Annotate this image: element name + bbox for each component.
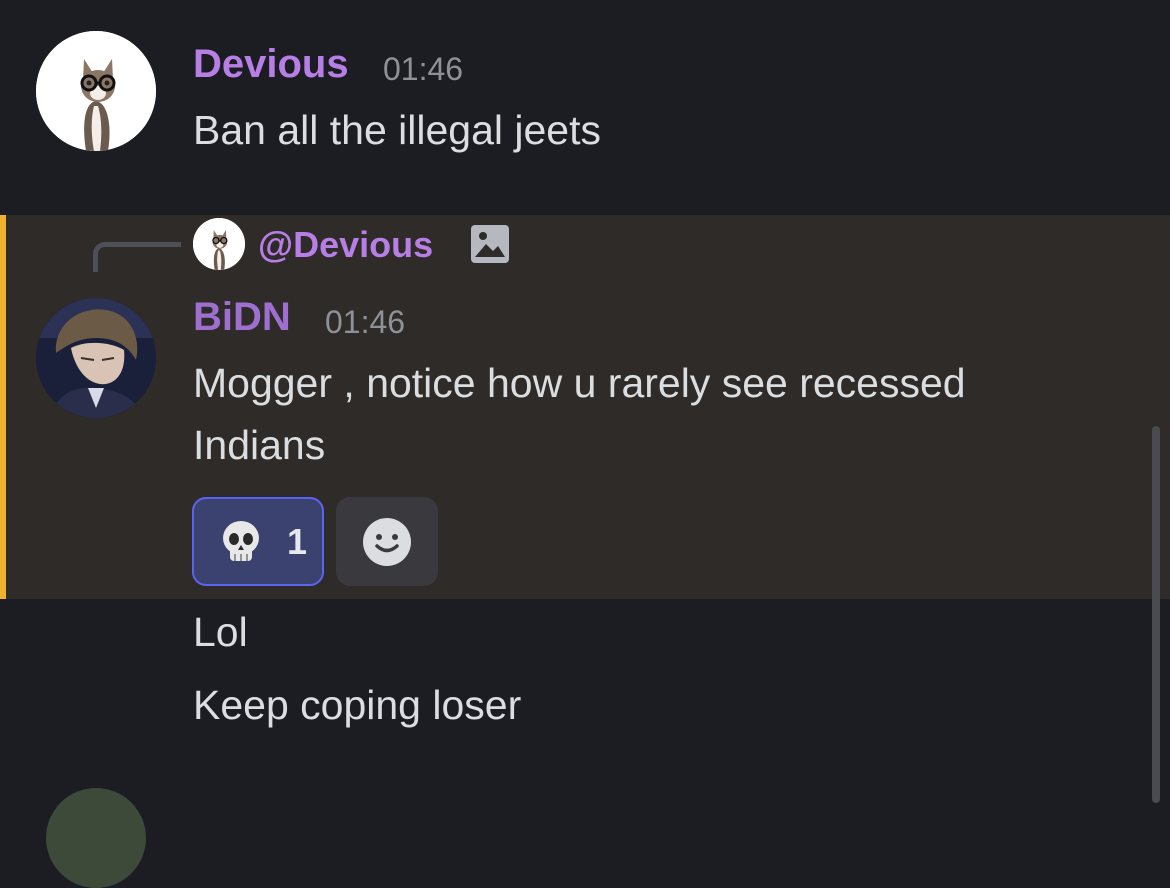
avatar-devious[interactable] xyxy=(36,31,156,151)
cat-avatar-image xyxy=(36,31,156,151)
scrollbar[interactable] xyxy=(1152,426,1160,803)
highlight-bar xyxy=(0,215,6,599)
image-icon[interactable] xyxy=(470,224,510,264)
anime-avatar-image xyxy=(36,298,156,418)
skull-emoji-icon xyxy=(216,517,266,567)
reply-connector-line xyxy=(93,242,181,272)
reaction-skull[interactable]: 1 xyxy=(192,497,324,586)
reply-avatar-devious[interactable] xyxy=(193,218,245,270)
avatar-bidn[interactable] xyxy=(36,298,156,418)
reaction-count: 1 xyxy=(287,521,308,562)
message-timestamp: 01:46 xyxy=(383,51,464,87)
reply-mention[interactable]: @Devious xyxy=(258,224,433,266)
smiley-add-reaction-icon xyxy=(363,518,411,566)
message-author[interactable]: BiDN xyxy=(193,295,291,340)
message-content: Keep coping loser xyxy=(193,682,522,728)
message-group-devious: Devious 01:46 Ban all the illegal jeets xyxy=(0,0,1170,215)
message-content: Ban all the illegal jeets xyxy=(193,107,601,153)
message-timestamp: 01:46 xyxy=(325,304,406,340)
add-reaction-button[interactable] xyxy=(336,497,438,586)
message-content: Mogger , notice how u rarely see recesse… xyxy=(193,360,966,468)
message-author[interactable]: Devious xyxy=(193,42,349,87)
cat-avatar-image xyxy=(193,218,245,270)
message-content: Lol xyxy=(193,609,248,655)
avatar-next-message[interactable] xyxy=(46,788,146,888)
